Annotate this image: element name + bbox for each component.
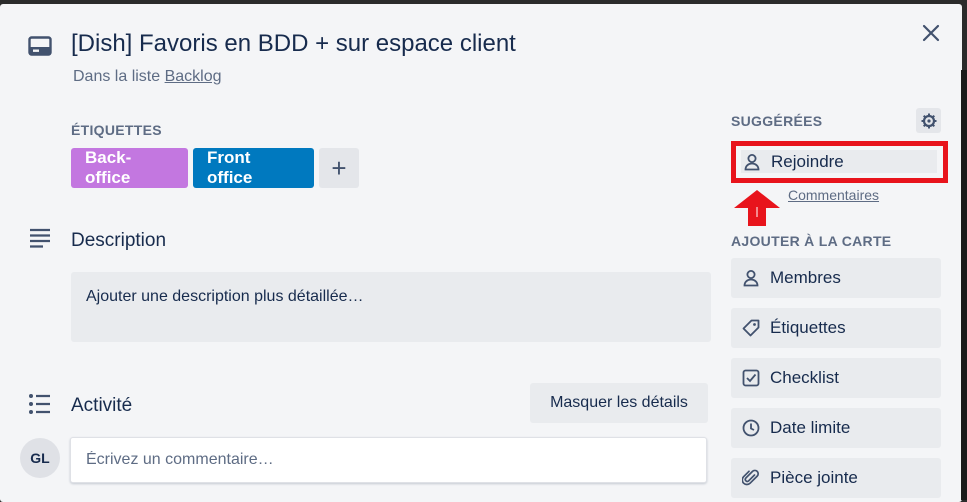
label-front-office[interactable]: Front office xyxy=(193,148,314,188)
description-heading: Description xyxy=(71,230,167,251)
card-icon xyxy=(28,36,52,56)
checklist-label: Checklist xyxy=(770,368,839,387)
tag-icon xyxy=(742,319,760,337)
join-label: Rejoindre xyxy=(771,151,844,171)
card-title[interactable]: [Dish] Favoris en BDD + sur espace clien… xyxy=(71,30,516,58)
due-date-button[interactable]: Date limite xyxy=(731,408,941,448)
labels-button[interactable]: Étiquettes xyxy=(731,308,941,348)
close-button[interactable] xyxy=(918,20,944,46)
description-field[interactable]: Ajouter une description plus détaillée… xyxy=(71,272,711,342)
close-icon xyxy=(922,24,940,42)
list-link[interactable]: Backlog xyxy=(165,68,222,85)
comments-link[interactable]: Commentaires xyxy=(788,187,879,203)
members-label: Membres xyxy=(770,268,841,287)
add-label-button[interactable]: + xyxy=(319,148,359,188)
person-icon xyxy=(743,270,759,287)
suggested-heading: Suggérées xyxy=(731,113,823,129)
attachment-label: Pièce jointe xyxy=(770,468,858,487)
comment-input[interactable] xyxy=(70,437,707,483)
clock-icon xyxy=(742,419,760,437)
activity-icon xyxy=(29,394,50,414)
labels-heading: Étiquettes xyxy=(71,122,162,138)
members-button[interactable]: Membres xyxy=(731,258,941,298)
list-prefix: Dans la liste xyxy=(73,68,165,85)
arrow-up-icon xyxy=(734,190,780,226)
background-board-edge xyxy=(961,70,967,500)
attachment-button[interactable]: Pièce jointe xyxy=(731,458,941,498)
label-back-office[interactable]: Back-office xyxy=(71,148,188,188)
join-button[interactable]: Rejoindre xyxy=(741,150,937,173)
checklist-button[interactable]: Checklist xyxy=(731,358,941,398)
hide-details-button[interactable]: Masquer les détails xyxy=(530,383,708,423)
person-icon xyxy=(744,153,760,170)
add-to-card-heading: Ajouter à la carte xyxy=(731,233,892,249)
paperclip-icon xyxy=(742,469,759,486)
description-icon xyxy=(30,228,50,248)
card-detail-modal: [Dish] Favoris en BDD + sur espace clien… xyxy=(0,4,962,502)
labels-button-label: Étiquettes xyxy=(770,318,846,337)
card-list-info: Dans la liste Backlog xyxy=(73,68,222,86)
checkbox-icon xyxy=(742,369,760,387)
avatar[interactable]: GL xyxy=(20,438,60,478)
activity-heading: Activité xyxy=(71,395,133,416)
suggestions-settings-button[interactable] xyxy=(916,108,941,133)
due-date-label: Date limite xyxy=(770,418,851,437)
gear-icon xyxy=(921,113,936,128)
